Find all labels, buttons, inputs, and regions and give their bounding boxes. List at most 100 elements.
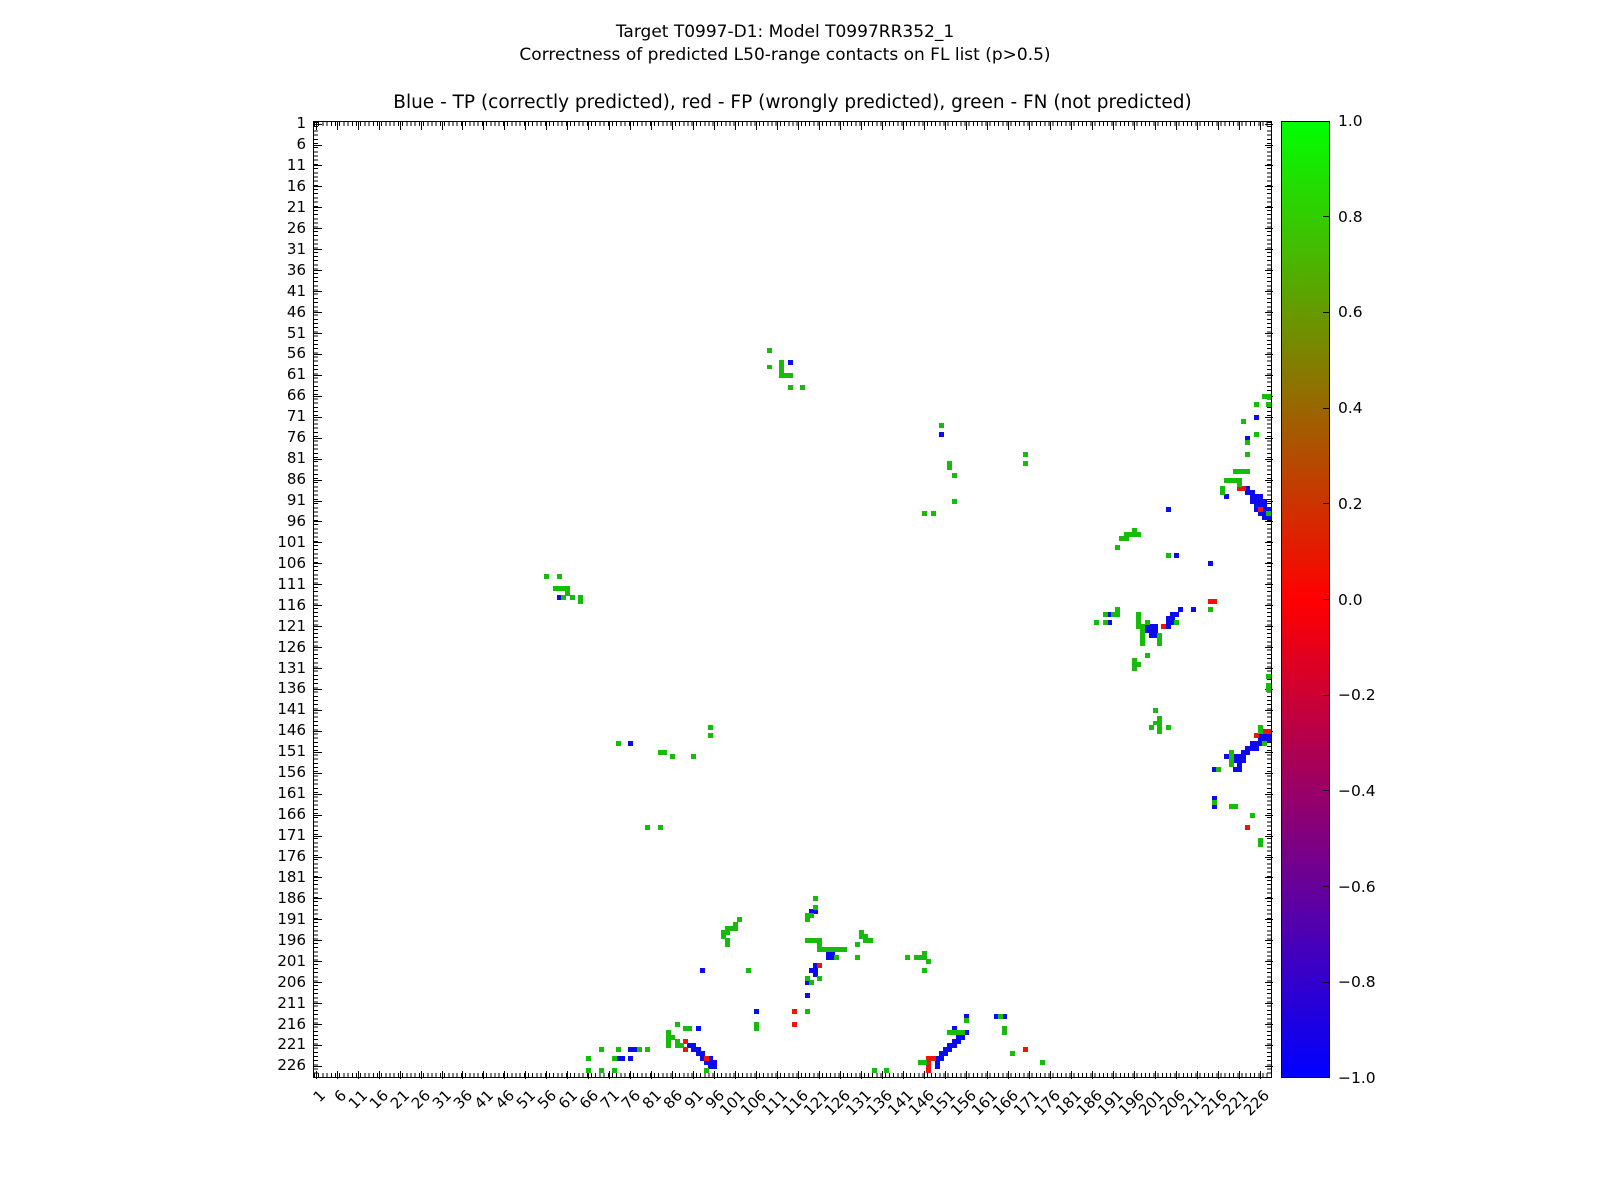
- data-point-tp: [1254, 415, 1259, 420]
- data-point-fn: [1258, 842, 1263, 847]
- y-axis-tick-label: 116: [246, 597, 306, 613]
- data-point-fn: [645, 1047, 650, 1052]
- data-point-fn: [1245, 440, 1250, 445]
- data-point-fn: [809, 980, 814, 985]
- data-point-fn: [746, 968, 751, 973]
- data-point-tp: [805, 993, 810, 998]
- data-point-fn: [1010, 1051, 1015, 1056]
- data-point-fn: [1166, 553, 1171, 558]
- data-point-fn: [964, 1018, 969, 1023]
- data-point-fp: [704, 1056, 709, 1061]
- colorbar-tick-label: −0.6: [1338, 879, 1398, 895]
- data-point-tp: [1191, 607, 1196, 612]
- data-point-tp: [939, 432, 944, 437]
- data-point-fn: [1153, 708, 1158, 713]
- y-axis-tick-label: 1: [246, 115, 306, 131]
- data-point-fn: [1245, 452, 1250, 457]
- data-point-fn: [1132, 666, 1137, 671]
- data-point-fn: [612, 1056, 617, 1061]
- data-point-fn: [616, 1047, 621, 1052]
- data-point-fn: [905, 955, 910, 960]
- data-point-fn: [561, 595, 566, 600]
- data-point-fn: [1094, 620, 1099, 625]
- figure-suptitle-line1: Target T0997-D1: Model T0997RR352_1: [0, 22, 1570, 42]
- data-point-tp: [1254, 746, 1259, 751]
- data-point-fn: [1229, 762, 1234, 767]
- data-point-tp: [1166, 507, 1171, 512]
- data-point-fn: [1002, 1030, 1007, 1035]
- y-axis-tick-label: 56: [246, 345, 306, 361]
- data-point-fn: [616, 741, 621, 746]
- data-point-fn: [922, 968, 927, 973]
- y-axis-tick-label: 41: [246, 283, 306, 299]
- y-axis-tick-label: 156: [246, 764, 306, 780]
- data-point-fn: [658, 825, 663, 830]
- data-point-fn: [952, 473, 957, 478]
- data-point-fn: [1216, 767, 1221, 772]
- data-point-tp: [628, 741, 633, 746]
- data-point-fn: [586, 1056, 591, 1061]
- data-point-fn: [662, 750, 667, 755]
- data-point-fn: [1266, 674, 1271, 679]
- data-point-fp: [1245, 825, 1250, 830]
- data-point-fn: [1258, 729, 1263, 734]
- left-axis-minor-ticks: [314, 122, 318, 1077]
- colorbar-tick-label: −0.8: [1338, 974, 1398, 990]
- axes-title: Blue - TP (correctly predicted), red - F…: [313, 92, 1272, 113]
- colorbar-tick-label: 0.0: [1338, 592, 1398, 608]
- data-point-fn: [578, 599, 583, 604]
- data-point-fn: [1233, 804, 1238, 809]
- data-point-tp: [935, 1064, 940, 1069]
- data-point-fp: [792, 1009, 797, 1014]
- data-point-fn: [1254, 432, 1259, 437]
- data-point-fn: [1023, 461, 1028, 466]
- data-point-fn: [1237, 482, 1242, 487]
- data-point-fn: [1254, 402, 1259, 407]
- figure-suptitle-line2: Correctness of predicted L50-range conta…: [0, 45, 1570, 65]
- y-axis-tick-label: 136: [246, 680, 306, 696]
- y-axis-tick-label: 206: [246, 974, 306, 990]
- y-axis-tick-label: 106: [246, 555, 306, 571]
- data-point-fn: [1157, 641, 1162, 646]
- data-point-fn: [544, 574, 549, 579]
- data-point-fn: [1266, 511, 1271, 516]
- data-point-fn: [1115, 545, 1120, 550]
- data-point-fn: [586, 1068, 591, 1073]
- data-point-fn: [767, 365, 772, 370]
- data-point-fn: [1023, 452, 1028, 457]
- y-axis-tick-label: 71: [246, 408, 306, 424]
- data-point-fn: [1166, 725, 1171, 730]
- data-point-fp: [1023, 1047, 1028, 1052]
- data-point-fn: [800, 385, 805, 390]
- data-point-fp: [792, 1022, 797, 1027]
- y-axis-tick-label: 91: [246, 492, 306, 508]
- data-point-fn: [842, 947, 847, 952]
- data-point-fn: [931, 511, 936, 516]
- y-axis-tick-label: 141: [246, 701, 306, 717]
- right-axis-minor-ticks: [1267, 122, 1271, 1077]
- data-point-fn: [868, 938, 873, 943]
- y-axis-tick-label: 161: [246, 785, 306, 801]
- data-point-fn: [670, 754, 675, 759]
- data-point-fn: [675, 1022, 680, 1027]
- data-point-fn: [855, 955, 860, 960]
- data-point-tp: [754, 1009, 759, 1014]
- data-point-tp: [1208, 561, 1213, 566]
- data-point-fp: [1266, 729, 1271, 734]
- y-axis-tick-label: 186: [246, 890, 306, 906]
- y-axis-tick-label: 26: [246, 220, 306, 236]
- data-point-fn: [1103, 612, 1108, 617]
- y-axis-tick-label: 221: [246, 1036, 306, 1052]
- colorbar-tick-label: −0.2: [1338, 687, 1398, 703]
- data-point-fn: [855, 942, 860, 947]
- y-axis-tick-label: 201: [246, 953, 306, 969]
- data-point-fp: [1258, 507, 1263, 512]
- data-point-fn: [1245, 469, 1250, 474]
- data-point-fn: [599, 1047, 604, 1052]
- y-axis-tick-label: 81: [246, 450, 306, 466]
- y-axis-tick-label: 96: [246, 513, 306, 529]
- data-point-fn: [834, 955, 839, 960]
- y-axis-tick-label: 171: [246, 827, 306, 843]
- colorbar-tick-label: −0.4: [1338, 783, 1398, 799]
- data-point-fn: [687, 1026, 692, 1031]
